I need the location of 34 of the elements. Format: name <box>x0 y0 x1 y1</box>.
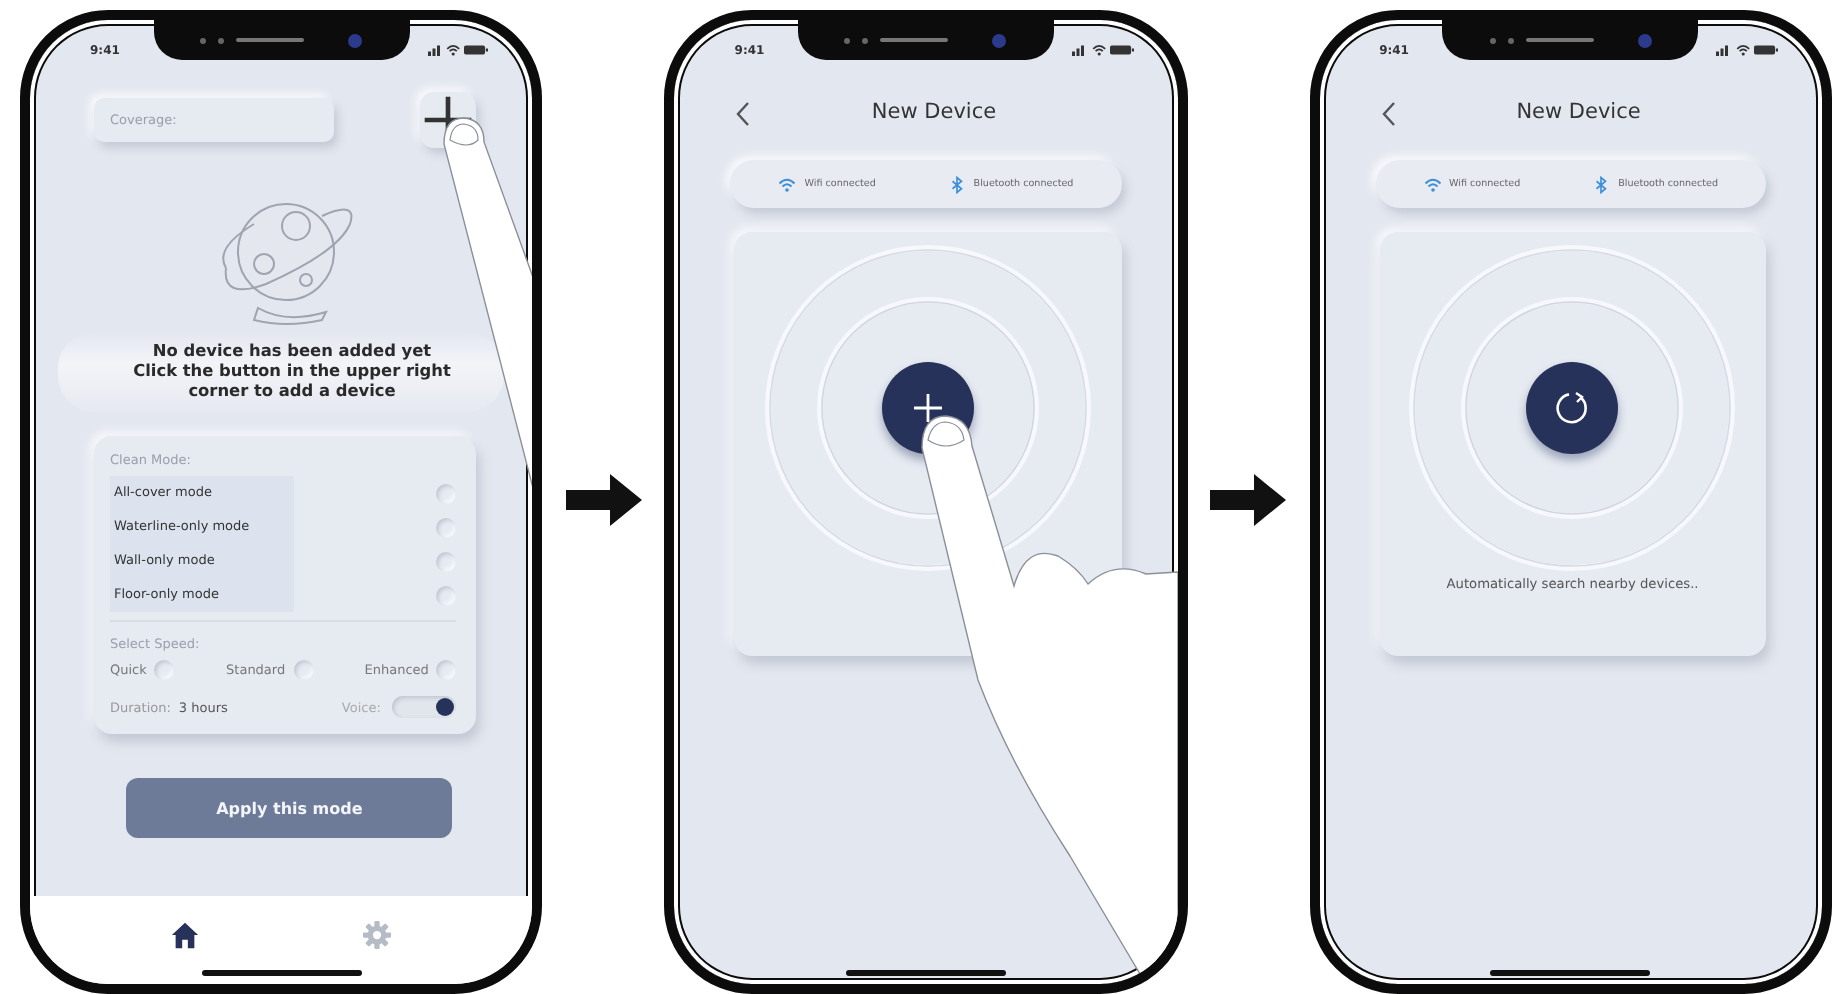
arrow-icon <box>565 474 642 526</box>
apply-button[interactable]: Apply this mode <box>126 778 453 838</box>
screen-title: New Device <box>869 100 999 124</box>
back-icon[interactable] <box>734 100 755 128</box>
signal-icon <box>1716 44 1732 56</box>
radio-button[interactable] <box>436 660 457 680</box>
refresh-icon <box>1552 388 1593 428</box>
battery-icon <box>464 44 489 56</box>
radio-button[interactable] <box>436 585 457 605</box>
empty-state-hint: Click the button in the upper right corner to add a device <box>131 360 453 400</box>
battery-icon <box>1753 44 1778 56</box>
radio-button[interactable] <box>293 660 314 680</box>
wifi-icon <box>1423 175 1442 193</box>
search-button[interactable] <box>1526 362 1619 454</box>
screen-title: New Device <box>1514 100 1643 124</box>
wifi-icon <box>1091 44 1106 56</box>
radio-button[interactable] <box>436 517 457 537</box>
radio-button[interactable] <box>154 660 175 680</box>
battery-icon <box>1109 44 1134 56</box>
empty-state-title: No device has been added yet <box>150 340 434 360</box>
home-icon[interactable] <box>170 919 201 949</box>
signal-icon <box>427 44 443 56</box>
wifi-icon <box>1735 44 1750 56</box>
arrow-icon <box>1210 474 1287 526</box>
voice-toggle[interactable] <box>392 696 457 718</box>
radio-button[interactable] <box>436 551 457 571</box>
settings-icon[interactable] <box>362 919 393 949</box>
wifi-icon <box>446 44 461 56</box>
back-icon[interactable] <box>1379 100 1400 128</box>
bluetooth-icon <box>947 175 966 193</box>
wifi-icon <box>778 175 797 193</box>
bluetooth-icon <box>1592 175 1611 193</box>
signal-icon <box>1072 44 1088 56</box>
radio-button[interactable] <box>436 483 457 503</box>
